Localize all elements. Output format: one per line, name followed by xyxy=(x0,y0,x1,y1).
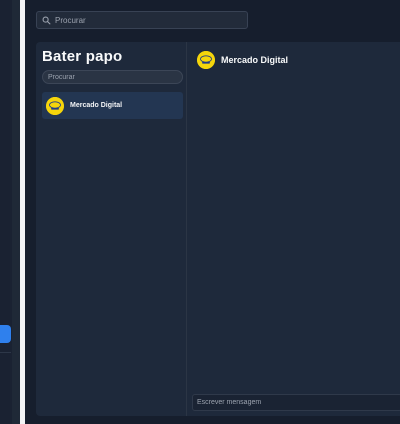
message-input[interactable] xyxy=(197,399,397,406)
sidebar-scrollbar-track[interactable] xyxy=(12,0,31,424)
search-icon xyxy=(42,16,51,25)
top-search-box[interactable] xyxy=(36,11,248,29)
conversation-name: Mercado Digital xyxy=(70,102,123,109)
conversation-search-box[interactable] xyxy=(42,70,183,84)
mercado-digital-logo-icon xyxy=(197,51,215,69)
sidebar-divider xyxy=(0,352,11,353)
chat-contact-name: Mercado Digital xyxy=(221,55,289,65)
sidebar-active-tab[interactable] xyxy=(0,325,11,343)
mercado-digital-logo-icon xyxy=(46,96,64,115)
chat-view: Mercado Digital xyxy=(188,42,400,416)
chat-list-title: Bater papo xyxy=(42,48,123,65)
conversation-list-pane: Bater papo Mercado Digital xyxy=(36,42,187,416)
conversation-search-input[interactable] xyxy=(48,73,178,81)
message-composer[interactable] xyxy=(192,394,400,411)
conversation-item[interactable]: Mercado Digital xyxy=(42,92,183,119)
chat-panel: Bater papo Mercado Digital xyxy=(36,42,400,416)
top-search-input[interactable] xyxy=(55,15,235,25)
left-sidebar-strip xyxy=(0,0,31,424)
chat-header: Mercado Digital xyxy=(197,51,288,69)
